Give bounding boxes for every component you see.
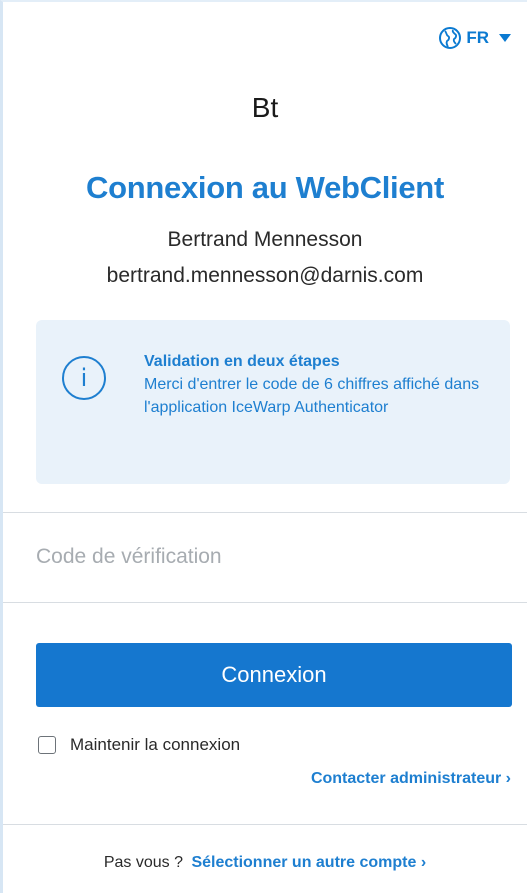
language-selector[interactable]: FR	[438, 26, 511, 50]
info-message: Merci d'entrer le code de 6 chiffres aff…	[144, 376, 480, 416]
remember-me[interactable]: Maintenir la connexion	[38, 735, 240, 755]
info-icon: i	[62, 356, 106, 400]
two-step-info-box: i Validation en deux étapes Merci d'entr…	[36, 320, 510, 484]
info-title: Validation en deux étapes	[144, 353, 340, 370]
divider	[3, 824, 527, 825]
page-title: Connexion au WebClient	[86, 170, 444, 205]
user-initials: Bt	[251, 92, 279, 123]
user-name: Bertrand Mennesson	[167, 228, 363, 251]
login-button[interactable]: Connexion	[36, 643, 512, 707]
user-email: bertrand.mennesson@darnis.com	[106, 264, 424, 287]
caret-down-icon	[499, 34, 511, 42]
divider	[3, 602, 527, 603]
contact-admin-link[interactable]: Contacter administrateur ›	[311, 770, 511, 788]
info-text: Validation en deux étapes Merci d'entrer…	[144, 350, 490, 419]
divider	[3, 512, 527, 513]
verification-code-input[interactable]	[36, 534, 510, 580]
footer: Pas vous ? Sélectionner un autre compte …	[3, 854, 527, 872]
not-you-text: Pas vous ?	[103, 854, 183, 871]
remember-label: Maintenir la connexion	[70, 735, 241, 754]
globe-icon	[438, 26, 462, 50]
switch-account-link[interactable]: Sélectionner un autre compte ›	[191, 854, 426, 871]
remember-checkbox[interactable]	[38, 736, 56, 754]
login-panel: FR Bt Connexion au WebClient Bertrand Me…	[0, 0, 527, 893]
language-code: FR	[466, 28, 489, 47]
